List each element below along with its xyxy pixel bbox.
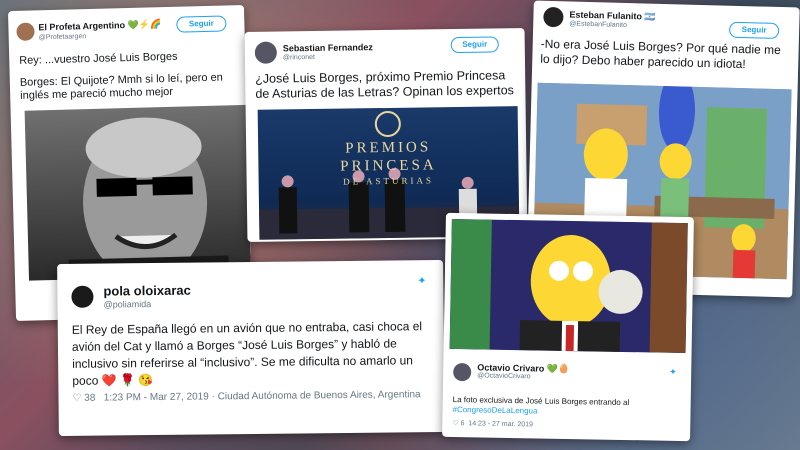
tweet-author-handle[interactable]: @EstebanFulanito <box>569 21 627 30</box>
twitter-bird-icon[interactable]: ✦ <box>417 274 426 287</box>
tweet-card-pola: pola oloixarac @poliamida ✦ El Rey de Es… <box>57 259 445 437</box>
tweet-author-name[interactable]: Sebastian Fernandez <box>283 42 373 53</box>
tweet-author-name[interactable]: pola oloixarac <box>103 283 191 299</box>
tweet-emojis: ❤️ 🌹 😘 <box>101 373 154 388</box>
avatar[interactable] <box>543 6 564 28</box>
avatar[interactable] <box>16 22 35 41</box>
borges-photo[interactable] <box>24 104 251 281</box>
like-count: 6 <box>460 420 465 428</box>
homer-illustration <box>449 218 688 354</box>
tweet-meta: ♡ 38 1:23 PM - Mar 27, 2019 · Ciudad Aut… <box>72 389 421 404</box>
tweet-text: El Rey de España llegó en un avión que n… <box>72 318 439 390</box>
tweet-timestamp[interactable]: 14:23 - 27 mar. 2019 <box>468 420 533 428</box>
heart-icon[interactable]: ♡ <box>72 393 81 404</box>
twitter-bird-icon[interactable]: ✦ <box>669 367 677 378</box>
follow-button[interactable]: Seguir <box>176 15 227 33</box>
tweet-text: La foto exclusiva de José Luis Borges en… <box>452 395 682 419</box>
tweet-text-line: Borges: El Quijote? Mmh si lo leí, pero … <box>19 71 223 102</box>
tweet-text: -No era José Luis Borges? Por qué nadie … <box>540 36 781 72</box>
borges-meme-illustration <box>68 117 229 281</box>
tweet-card-octavio: Octavio Crivaro 💚🥚 @OctavioCrivaro ✦ La … <box>442 212 694 442</box>
tweet-author-name[interactable]: El Profeta Argentino 💚⚡🌈 <box>38 19 161 33</box>
tweet-text-line: Rey: ...vuestro José Luis Borges <box>19 50 178 67</box>
follow-button[interactable]: Seguir <box>450 36 499 54</box>
homer-photo[interactable] <box>449 218 688 354</box>
tweet-author-handle[interactable]: @rinconet <box>283 54 315 61</box>
tweet-author-handle[interactable]: @poliamida <box>103 299 151 309</box>
tweet-author-handle[interactable]: @OctavioCrivaro <box>477 372 531 380</box>
heart-icon[interactable]: ♡ <box>452 420 458 427</box>
like-count: 38 <box>84 392 96 404</box>
avatar[interactable] <box>254 41 277 64</box>
avatar[interactable] <box>71 285 94 308</box>
tweet-meta: ♡ 6 14:23 - 27 mar. 2019 <box>452 419 533 428</box>
follow-button[interactable]: Seguir <box>728 21 780 39</box>
tweet-location[interactable]: Ciudad Autónoma de Buenos Aires, Argenti… <box>218 389 421 402</box>
tweet-card-sebastian: Sebastian Fernandez @rinconet Seguir ¿Jo… <box>244 28 528 242</box>
avatar[interactable] <box>453 363 472 382</box>
tweet-text: ¿José Luis Borges, próximo Premio Prince… <box>255 68 514 101</box>
tweet-author-handle[interactable]: @Profetaargen <box>39 33 87 41</box>
hashtag-link[interactable]: #CongresoDeLaLengua <box>452 405 537 415</box>
tweet-timestamp[interactable]: 1:23 PM - Mar 27, 2019 <box>104 391 209 403</box>
